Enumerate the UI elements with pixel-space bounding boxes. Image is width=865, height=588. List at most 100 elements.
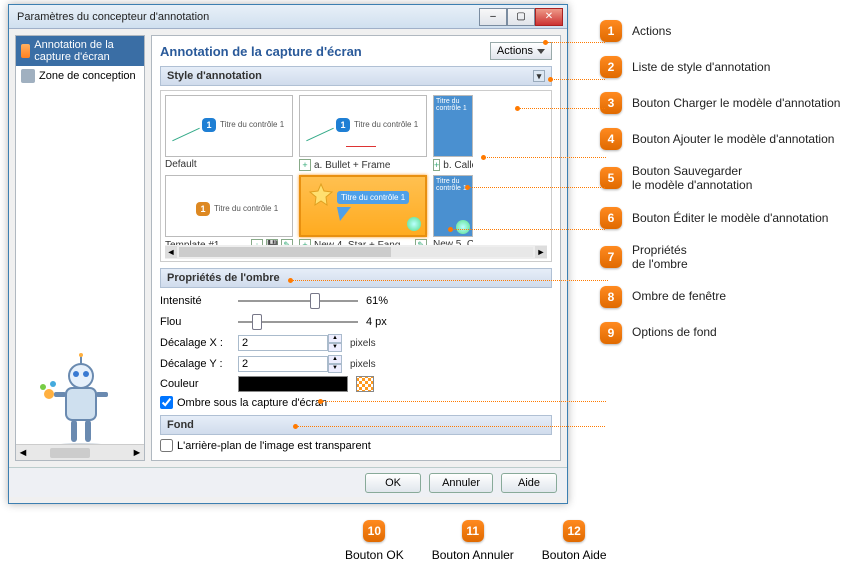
leader-dot [465, 185, 470, 190]
annotation-style-list: 1 Titre du contrôle 1 Default 1 Titre du… [160, 90, 552, 262]
leader-dot [448, 227, 453, 232]
callout-text: Bouton Charger le modèle d'annotation [632, 96, 840, 110]
callout-number: 9 [600, 322, 622, 344]
dialog-footer: OK Annuler Aide [9, 467, 567, 497]
callout-text: Bouton Ajouter le modèle d'annotation [632, 132, 834, 146]
blur-label: Flou [160, 316, 230, 328]
spin-down[interactable]: ▼ [328, 364, 342, 373]
callout-number: 3 [600, 92, 622, 114]
main-panel: Annotation de la capture d'écran Actions… [151, 35, 561, 461]
shadow-section-header[interactable]: Propriétés de l'ombre [160, 268, 552, 288]
cancel-button[interactable]: Annuler [429, 473, 493, 493]
background-section-title: Fond [167, 419, 194, 431]
sidebar-item-label: Annotation de la capture d'écran [34, 39, 139, 63]
sidebar-scrollbar[interactable]: ◄ ► [16, 444, 144, 460]
maximize-button[interactable]: ▢ [507, 8, 535, 26]
blur-value: 4 px [366, 316, 416, 328]
style-template[interactable]: 1 Titre du contrôle 1 + a. Bullet + Fram… [299, 95, 427, 171]
callouts-right: 1Actions 2Liste de style d'annotation 3B… [600, 20, 840, 358]
offsety-field[interactable] [238, 356, 328, 372]
panel-header: Annotation de la capture d'écran Actions [160, 42, 552, 60]
callout-text: Actions [632, 24, 671, 38]
callout-number: 1 [600, 20, 622, 42]
style-section-header[interactable]: Style d'annotation ▾ [160, 66, 552, 86]
ok-button[interactable]: OK [365, 473, 421, 493]
help-button[interactable]: Aide [501, 473, 557, 493]
style-template[interactable]: 1 Titre du contrôle 1 Default [165, 95, 293, 171]
callout-number: 11 [462, 520, 484, 542]
callout-number: 2 [600, 56, 622, 78]
leader-line [517, 108, 605, 109]
callout: 4Bouton Ajouter le modèle d'annotation [600, 128, 840, 150]
callout-number: 7 [600, 246, 622, 268]
style-template[interactable]: Titre du contrôle 1 + b. Callout + Ci [433, 95, 473, 171]
window-buttons: – ▢ ✕ [479, 8, 563, 26]
template-name: Default [165, 159, 197, 170]
color-picker-button[interactable] [356, 376, 374, 392]
sidebar-item-label: Zone de conception [39, 70, 136, 82]
settings-dialog: Paramètres du concepteur d'annotation – … [8, 4, 568, 504]
shadow-under-checkbox[interactable] [160, 396, 173, 409]
color-label: Couleur [160, 378, 230, 390]
intensity-slider[interactable] [238, 292, 358, 310]
collapse-icon[interactable]: ▾ [533, 70, 545, 82]
transparent-bg-label: L'arrière-plan de l'image est transparen… [177, 440, 371, 452]
shadow-under-label: Ombre sous la capture d'écran [177, 397, 327, 409]
spin-up[interactable]: ▲ [328, 355, 342, 364]
background-section-header[interactable]: Fond [160, 415, 552, 435]
leader-line [295, 426, 605, 427]
callout: 8Ombre de fenêtre [600, 286, 840, 308]
leader-line [550, 79, 605, 80]
style-section-title: Style d'annotation [167, 70, 262, 82]
unit-label: pixels [350, 338, 376, 349]
circle-icon [407, 217, 421, 231]
style-template[interactable]: Titre du contrôle 1 + New 4. Star + Fang… [299, 175, 427, 251]
blur-slider[interactable] [238, 313, 358, 331]
leader-line [320, 401, 606, 402]
callout: 5Bouton Sauvegarder le modèle d'annotati… [600, 164, 840, 193]
template-name: b. Callout + Ci [443, 160, 473, 171]
callout: 11Bouton Annuler [432, 520, 514, 562]
leader-line [545, 42, 605, 43]
transparent-bg-checkbox[interactable] [160, 439, 173, 452]
color-swatch[interactable] [238, 376, 348, 392]
leader-dot [318, 399, 323, 404]
callout: 10 Bouton OK [345, 520, 404, 562]
minimize-button[interactable]: – [479, 8, 507, 26]
intensity-label: Intensité [160, 295, 230, 307]
callout-number: 12 [563, 520, 585, 542]
callout-text: Bouton OK [345, 548, 404, 562]
callout-text: Ombre de fenêtre [632, 289, 726, 303]
chevron-down-icon [537, 49, 545, 54]
offsetx-field[interactable] [238, 335, 328, 351]
actions-button[interactable]: Actions [490, 42, 552, 60]
robot-illustration [26, 352, 136, 452]
offsety-input[interactable]: ▲▼ [238, 355, 342, 373]
design-zone-icon [21, 69, 35, 83]
circle-icon [456, 220, 470, 234]
callout-text: Options de fond [632, 325, 717, 339]
offsetx-input[interactable]: ▲▼ [238, 334, 342, 352]
titlebar[interactable]: Paramètres du concepteur d'annotation – … [9, 5, 567, 29]
style-template[interactable]: 1 Titre du contrôle 1 Template #1 ↓ 💾 ✎ [165, 175, 293, 251]
spin-up[interactable]: ▲ [328, 334, 342, 343]
window-title: Paramètres du concepteur d'annotation [17, 11, 479, 23]
sidebar-item-design-zone[interactable]: Zone de conception [16, 66, 144, 86]
styles-scrollbar[interactable]: ◄► [165, 245, 547, 259]
close-button[interactable]: ✕ [535, 8, 563, 26]
sidebar: Annotation de la capture d'écran Zone de… [15, 35, 145, 461]
offsetx-label: Décalage X : [160, 337, 230, 349]
actions-label: Actions [497, 45, 533, 57]
spin-down[interactable]: ▼ [328, 343, 342, 352]
offsety-label: Décalage Y : [160, 358, 230, 370]
panel-title: Annotation de la capture d'écran [160, 44, 362, 59]
sidebar-item-annotation[interactable]: Annotation de la capture d'écran [16, 36, 144, 66]
leader-dot [515, 106, 520, 111]
leader-dot [293, 424, 298, 429]
leader-dot [543, 40, 548, 45]
add-template-button[interactable]: + [299, 159, 311, 171]
add-template-button[interactable]: + [433, 159, 440, 171]
callout-number: 10 [363, 520, 385, 542]
unit-label: pixels [350, 359, 376, 370]
callout-text: Bouton Éditer le modèle d'annotation [632, 211, 828, 225]
